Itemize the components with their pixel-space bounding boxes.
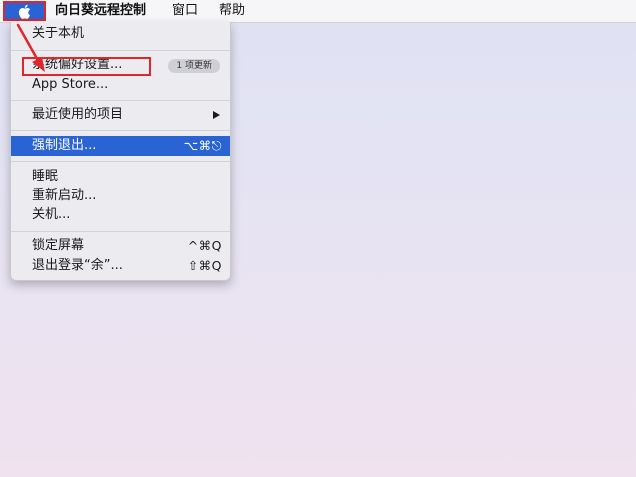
menu-item-restart-label: 重新启动... bbox=[32, 188, 97, 203]
menu-bar: 向日葵远程控制 窗口 帮助 bbox=[0, 0, 636, 23]
update-badge: 1 项更新 bbox=[168, 59, 220, 73]
menu-item-sleep[interactable]: 睡眠 bbox=[11, 167, 230, 187]
menu-item-sleep-label: 睡眠 bbox=[32, 169, 59, 184]
menu-item-logout[interactable]: 退出登录“余”... ⇧⌘Q bbox=[11, 256, 230, 276]
menu-item-shutdown[interactable]: 关机... bbox=[11, 205, 230, 225]
menu-separator bbox=[11, 231, 230, 232]
menu-item-force-quit-label: 强制退出... bbox=[32, 138, 97, 153]
menu-separator bbox=[11, 161, 230, 162]
menu-item-app-store[interactable]: App Store... bbox=[11, 75, 230, 95]
apple-icon bbox=[18, 4, 31, 19]
logout-shortcut: ⇧⌘Q bbox=[187, 258, 222, 273]
menu-window[interactable]: 窗口 bbox=[172, 3, 198, 19]
menu-item-recent-items-label: 最近使用的项目 bbox=[32, 107, 124, 122]
menu-item-lock-screen[interactable]: 锁定屏幕 ^⌘Q bbox=[11, 236, 230, 256]
menu-item-recent-items[interactable]: 最近使用的项目 bbox=[11, 105, 230, 125]
menu-item-app-store-label: App Store... bbox=[32, 77, 109, 92]
menu-separator bbox=[11, 100, 230, 101]
lock-screen-shortcut: ^⌘Q bbox=[187, 238, 222, 253]
menu-help[interactable]: 帮助 bbox=[219, 3, 245, 19]
menu-item-shutdown-label: 关机... bbox=[32, 207, 71, 222]
menu-item-restart[interactable]: 重新启动... bbox=[11, 186, 230, 206]
annotation-arrow-icon bbox=[16, 23, 45, 72]
menu-item-force-quit[interactable]: 强制退出... ⌥⌘⎋ bbox=[11, 136, 230, 156]
chevron-right-icon bbox=[213, 111, 220, 119]
menu-item-lock-screen-label: 锁定屏幕 bbox=[32, 238, 85, 253]
force-quit-shortcut: ⌥⌘⎋ bbox=[183, 138, 222, 153]
menu-separator bbox=[11, 130, 230, 131]
menu-app-name[interactable]: 向日葵远程控制 bbox=[55, 3, 146, 19]
apple-menu-button[interactable] bbox=[3, 1, 46, 21]
menu-item-logout-label: 退出登录“余”... bbox=[32, 258, 123, 273]
